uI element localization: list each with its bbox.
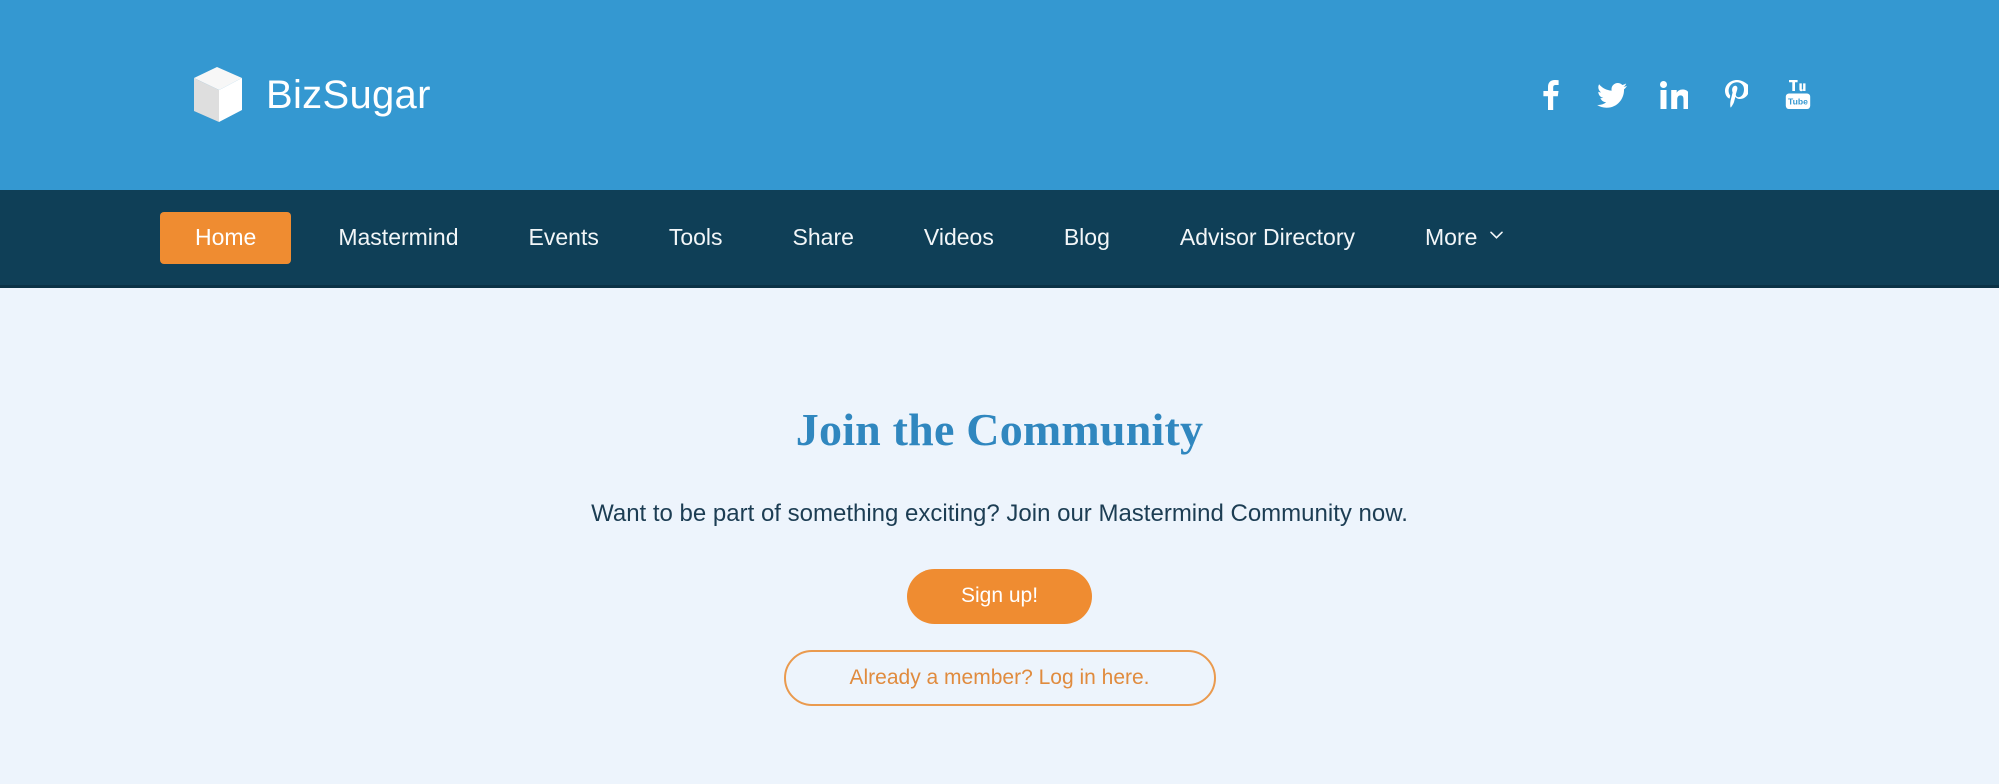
nav-item-tools[interactable]: Tools <box>634 212 758 264</box>
nav-item-label: Home <box>195 224 257 250</box>
log-in-button[interactable]: Already a member? Log in here. <box>783 649 1216 706</box>
nav-inner: Home Mastermind Events Tools Share Video… <box>0 190 1999 285</box>
twitter-icon[interactable] <box>1597 80 1627 110</box>
svg-text:Tube: Tube <box>1788 97 1808 107</box>
pinterest-icon[interactable] <box>1721 80 1751 110</box>
main-navigation: Home Mastermind Events Tools Share Video… <box>0 190 1999 288</box>
nav-item-events[interactable]: Events <box>494 212 634 264</box>
nav-item-label: More <box>1425 224 1478 250</box>
nav-item-videos[interactable]: Videos <box>889 212 1029 264</box>
nav-item-label: Events <box>528 224 599 250</box>
page-title: Join the Community <box>795 404 1204 455</box>
sign-up-button[interactable]: Sign up! <box>907 568 1092 624</box>
nav-item-label: Tools <box>668 224 723 250</box>
nav-item-label: Advisor Directory <box>1179 224 1355 250</box>
hero-section: Join the Community Want to be part of so… <box>0 288 1999 781</box>
nav-item-label: Blog <box>1063 224 1110 250</box>
nav-item-label: Videos <box>923 224 994 250</box>
chevron-down-icon <box>1490 231 1504 244</box>
nav-item-home[interactable]: Home <box>160 211 292 264</box>
nav-item-label: Share <box>792 224 854 250</box>
linkedin-icon[interactable] <box>1659 80 1689 110</box>
youtube-icon[interactable]: Tube <box>1783 80 1813 110</box>
nav-item-advisor-directory[interactable]: Advisor Directory <box>1145 212 1390 264</box>
brand-logo-link[interactable]: BizSugar <box>186 64 431 126</box>
nav-item-blog[interactable]: Blog <box>1029 212 1145 264</box>
facebook-icon[interactable] <box>1535 80 1565 110</box>
social-links: Tube <box>1535 80 1813 110</box>
brand-name: BizSugar <box>266 73 431 117</box>
nav-item-share[interactable]: Share <box>758 212 889 264</box>
sugar-cube-icon <box>186 64 248 126</box>
nav-item-more[interactable]: More <box>1390 212 1538 264</box>
nav-item-label: Mastermind <box>338 224 459 250</box>
hero-subtitle: Want to be part of something exciting? J… <box>591 500 1408 527</box>
nav-item-mastermind[interactable]: Mastermind <box>303 212 493 264</box>
header-inner: BizSugar Tube <box>0 0 1999 190</box>
site-header: BizSugar Tube <box>0 0 1999 190</box>
